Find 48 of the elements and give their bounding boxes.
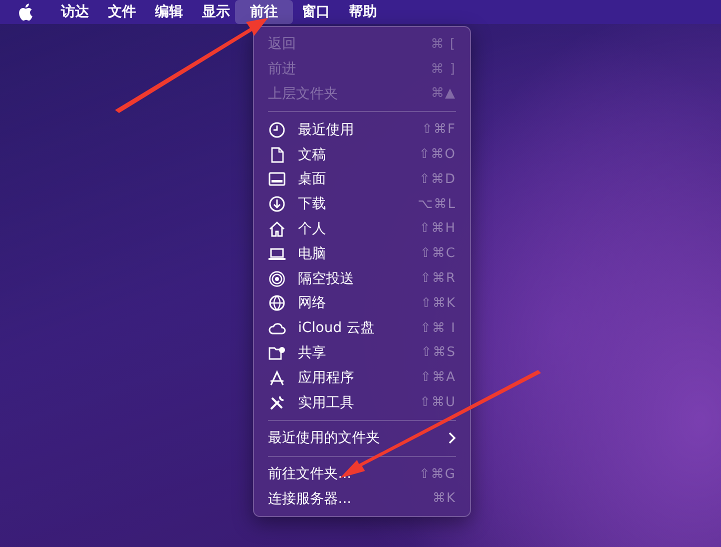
airdrop-icon	[268, 270, 286, 288]
menu-item[interactable]: 桌面 ⇧⌘D	[260, 166, 464, 192]
menu-item[interactable]: 前往文件夹... ⇧⌘G	[260, 462, 464, 487]
menu-item[interactable]: 网络 ⇧⌘K	[260, 290, 464, 316]
menu-bar-item[interactable]: 文件	[99, 0, 145, 24]
shortcut-label: ⌘K	[432, 491, 456, 506]
menu-bar-item[interactable]: 帮助	[340, 0, 386, 24]
shortcut-label: ⇧⌘U	[420, 395, 456, 410]
menu-item[interactable]: 最近使用的文件夹	[260, 426, 464, 451]
shortcut-label: ⇧⌘F	[422, 122, 456, 138]
home-icon	[268, 220, 286, 238]
shortcut-label: ⇧⌘C	[420, 246, 456, 262]
shortcut-label: ⇧⌘ I	[420, 320, 456, 336]
app-store-icon	[268, 368, 286, 387]
menu-item[interactable]: 文稿 ⇧⌘O	[260, 142, 464, 167]
shortcut-label: ⇧⌘A	[420, 370, 456, 386]
globe-icon	[268, 294, 286, 312]
chevron-right-icon	[448, 432, 456, 444]
shortcut-label: ⇧⌘K	[420, 296, 456, 311]
menu-bar-item[interactable]: 窗口	[293, 0, 339, 24]
menu-item[interactable]: 应用程序 ⇧⌘A	[260, 365, 464, 390]
shortcut-label: ⇧⌘O	[418, 147, 456, 162]
menu-item[interactable]: 下载 ⌥⌘L	[260, 192, 464, 217]
shortcut-label: ⌥⌘L	[418, 196, 456, 212]
shortcut-label: ⇧⌘S	[420, 345, 456, 360]
menu-item[interactable]: 共享 ⇧⌘S	[260, 340, 464, 366]
menu-bar-item[interactable]: 编辑	[146, 0, 192, 24]
menu-item[interactable]: 个人 ⇧⌘H	[260, 216, 464, 242]
download-icon	[268, 195, 286, 214]
tools-icon	[268, 394, 286, 412]
shortcut-label: ⇧⌘D	[419, 172, 456, 187]
apple-logo-icon[interactable]	[17, 3, 33, 21]
shortcut-label: ⇧⌘R	[420, 271, 456, 286]
menu-item[interactable]: 最近使用 ⇧⌘F	[260, 117, 464, 142]
shortcut-label: ⌘ ]	[430, 62, 456, 77]
menu-bar-item[interactable]: 前往	[235, 0, 293, 24]
menu-item[interactable]: 隔空投送 ⇧⌘R	[260, 266, 464, 291]
menu-bar-item[interactable]: 访达	[52, 0, 98, 24]
desktop-icon	[268, 170, 286, 188]
menu-item[interactable]: 电脑 ⇧⌘C	[260, 241, 464, 266]
shortcut-label: ⇧⌘G	[419, 466, 456, 482]
shortcut-label: ⇧⌘H	[419, 221, 456, 236]
shortcut-label: ⌘ [	[430, 36, 456, 52]
menu-item[interactable]: 连接服务器... ⌘K	[260, 486, 464, 512]
menu-item[interactable]: 实用工具 ⇧⌘U	[260, 390, 464, 415]
shortcut-label: ⌘▲	[431, 86, 456, 102]
clock-icon	[268, 120, 286, 139]
menu-item[interactable]: iCloud 云盘 ⇧⌘ I	[260, 316, 464, 341]
